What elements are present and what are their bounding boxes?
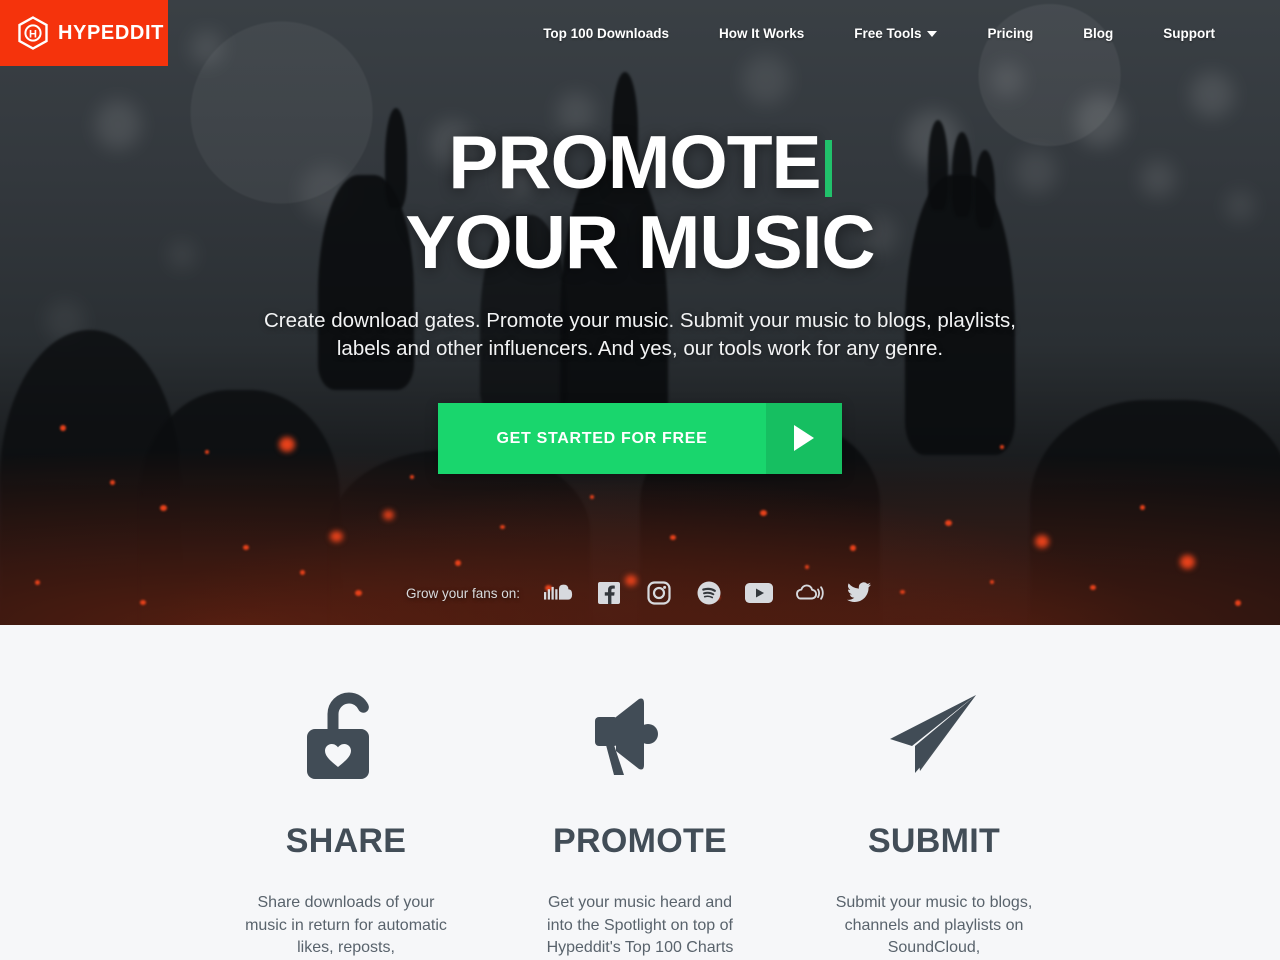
nav-blog[interactable]: Blog	[1058, 26, 1138, 41]
play-arrow-icon	[765, 402, 842, 474]
chevron-down-icon	[927, 31, 938, 37]
nav-free-tools[interactable]: Free Tools	[829, 26, 962, 41]
hero-section: H HYPEDDIT Top 100 Downloads How It Work…	[0, 0, 1280, 625]
feature-description: Get your music heard and into the Spotli…	[546, 893, 734, 957]
cta-wrapper: GET STARTED FOR FREE	[0, 402, 1280, 474]
nav-label: Blog	[1083, 25, 1114, 41]
nav-top-100-downloads[interactable]: Top 100 Downloads	[518, 26, 694, 41]
nav-label: Top 100 Downloads	[543, 25, 669, 41]
hero-subtitle: Create download gates. Promote your musi…	[264, 309, 1016, 361]
social-row-label: Grow your fans on:	[405, 585, 521, 601]
nav-how-it-works[interactable]: How It Works	[694, 26, 829, 41]
nav-label: Pricing	[987, 25, 1034, 41]
mixcloud-icon[interactable]	[794, 578, 824, 608]
megaphone-icon	[592, 688, 688, 786]
page-title: PROMOTE YOUR MUSIC	[0, 125, 1280, 284]
nav-label: Free Tools	[854, 25, 922, 41]
feature-submit: SUBMIT Submit your music to blogs, chann…	[787, 688, 1081, 960]
unlock-heart-icon	[300, 688, 392, 786]
headline-line-2: YOUR MUSIC	[405, 199, 875, 284]
feature-title: SUBMIT	[867, 821, 1001, 860]
feature-description: Submit your music to blogs, channels and…	[835, 893, 1033, 957]
twitter-icon[interactable]	[844, 578, 874, 608]
main-navigation: Top 100 Downloads How It Works Free Tool…	[168, 0, 1280, 66]
site-header: H HYPEDDIT Top 100 Downloads How It Work…	[0, 0, 1280, 66]
headline-line-1: PROMOTE	[448, 120, 821, 204]
feature-promote: PROMOTE Get your music heard and into th…	[493, 688, 787, 960]
nav-label: How It Works	[718, 25, 805, 41]
typing-cursor	[824, 140, 832, 197]
hero-content: PROMOTE YOUR MUSIC Create download gates…	[0, 0, 1280, 474]
feature-title: SHARE	[285, 821, 407, 860]
get-started-button-label: GET STARTED FOR FREE	[438, 402, 766, 474]
social-platforms-row: Grow your fans on:	[0, 578, 1280, 608]
spotify-icon[interactable]	[694, 578, 724, 608]
nav-label: Support	[1163, 25, 1215, 41]
feature-description: Share downloads of your music in return …	[245, 893, 447, 957]
svg-text:H: H	[29, 28, 37, 40]
nav-pricing[interactable]: Pricing	[962, 26, 1058, 41]
paper-plane-icon	[884, 688, 984, 786]
facebook-icon[interactable]	[594, 578, 624, 608]
feature-title: PROMOTE	[553, 821, 727, 860]
soundcloud-icon[interactable]	[544, 578, 574, 608]
youtube-icon[interactable]	[744, 578, 774, 608]
get-started-button[interactable]: GET STARTED FOR FREE	[438, 402, 842, 474]
feature-share: SHARE Share downloads of your music in r…	[199, 688, 493, 960]
nav-support[interactable]: Support	[1138, 26, 1240, 41]
features-section: SHARE Share downloads of your music in r…	[0, 625, 1280, 960]
logo[interactable]: H HYPEDDIT	[0, 0, 168, 66]
hexagon-h-icon: H	[17, 16, 49, 50]
logo-text: HYPEDDIT	[58, 21, 164, 44]
instagram-icon[interactable]	[644, 578, 674, 608]
